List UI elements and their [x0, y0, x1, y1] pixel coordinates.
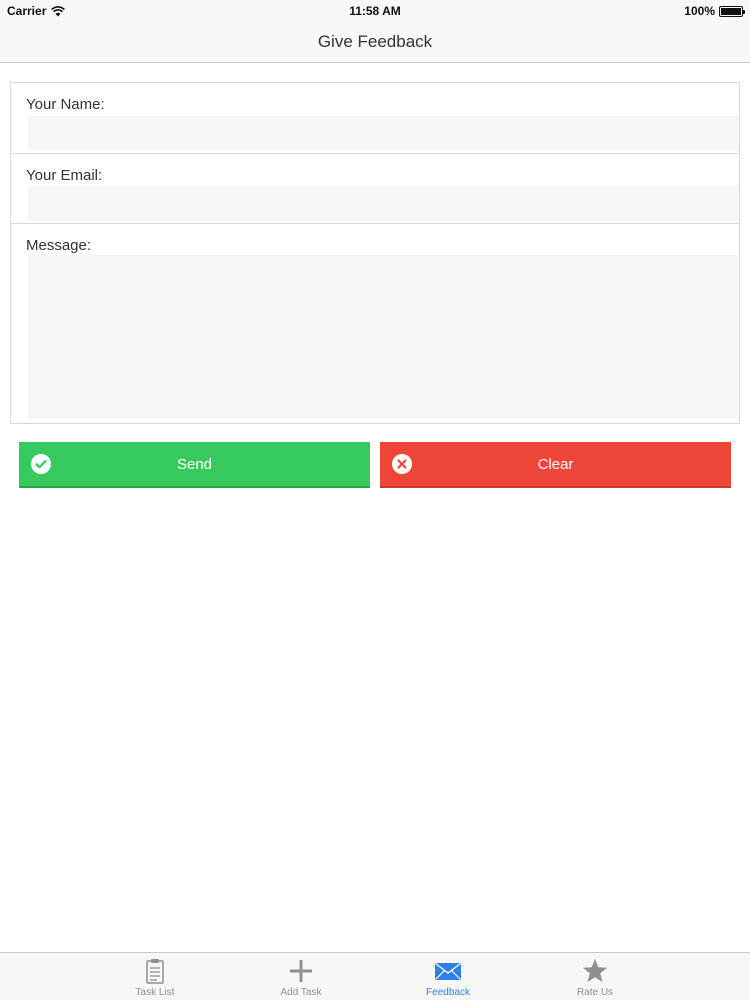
envelope-icon — [435, 962, 461, 980]
page-title: Give Feedback — [317, 32, 433, 51]
message-row: Message: — [11, 224, 739, 423]
name-row: Your Name: — [11, 83, 739, 154]
battery-percent: 100% — [684, 4, 715, 18]
tab-add-task-label: Add Task — [280, 987, 322, 998]
email-row: Your Email: — [11, 154, 739, 224]
name-label: Your Name: — [26, 96, 105, 113]
clear-button[interactable]: Clear — [380, 442, 731, 488]
battery-fill — [721, 7, 741, 15]
tab-feedback[interactable]: Feedback — [398, 953, 498, 1001]
message-label: Message: — [26, 237, 92, 254]
name-field[interactable] — [28, 116, 739, 150]
tab-rate-us-label: Rate Us — [576, 987, 614, 998]
email-field[interactable] — [28, 186, 739, 220]
x-circle-icon — [392, 454, 412, 474]
clipboard-icon — [146, 959, 164, 984]
navigation-bar: Give Feedback — [0, 22, 750, 63]
tab-add-task[interactable]: Add Task — [251, 953, 351, 1001]
status-time: 11:58 AM — [349, 4, 401, 18]
plus-icon — [290, 960, 312, 982]
feedback-form: Your Name: Your Email: Message: — [10, 82, 740, 424]
send-label: Send — [176, 455, 213, 473]
check-circle-icon — [31, 454, 51, 474]
tab-rate-us[interactable]: Rate Us — [545, 953, 645, 1001]
status-bar: Carrier 11:58 AM 100% — [0, 0, 750, 22]
tab-task-list[interactable]: Task List — [105, 953, 205, 1001]
tab-bar: Task List Add Task Feedback Rate Us — [0, 952, 750, 1000]
clear-label: Clear — [537, 455, 574, 473]
email-label: Your Email: — [26, 167, 103, 184]
send-button[interactable]: Send — [19, 442, 370, 488]
star-icon — [583, 959, 607, 982]
status-right: 100% — [684, 4, 745, 18]
battery-icon — [719, 5, 745, 17]
tab-feedback-label: Feedback — [426, 987, 470, 998]
message-field[interactable] — [28, 255, 739, 418]
tab-task-list-label: Task List — [135, 987, 175, 998]
